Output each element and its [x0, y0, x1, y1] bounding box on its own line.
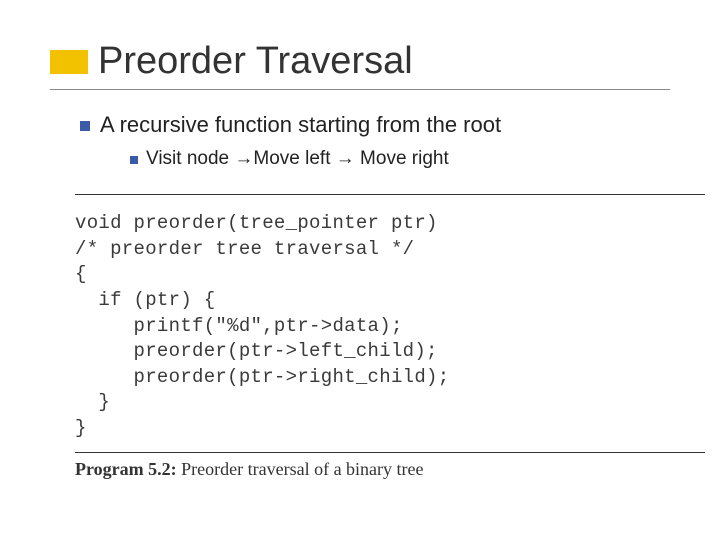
bullet-level2: Visit node →Move left → Move right — [130, 148, 670, 170]
slide-body: A recursive function starting from the r… — [50, 112, 670, 170]
code-caption: Program 5.2: Preorder traversal of a bin… — [75, 459, 670, 480]
bullet1-text: A recursive function starting from the r… — [100, 112, 501, 138]
accent-block — [50, 50, 88, 74]
slide: Preorder Traversal A recursive function … — [0, 0, 720, 510]
divider-line — [75, 452, 705, 453]
bullet-level1: A recursive function starting from the r… — [80, 112, 670, 138]
title-underline — [50, 89, 670, 90]
arrow-icon: → — [234, 148, 253, 169]
b2-p2: Move left — [253, 148, 335, 169]
square-bullet-icon — [80, 121, 90, 131]
arrow-icon: → — [336, 148, 355, 169]
slide-title: Preorder Traversal — [98, 40, 413, 83]
bullet2-text: Visit node →Move left → Move right — [146, 148, 449, 170]
caption-label: Program 5.2: — [75, 459, 177, 479]
square-bullet-icon — [130, 156, 138, 164]
b2-p1: Visit node — [146, 148, 234, 169]
code-block: void preorder(tree_pointer ptr) /* preor… — [75, 194, 670, 480]
divider-line — [75, 194, 705, 195]
caption-text: Preorder traversal of a binary tree — [177, 459, 424, 479]
code-text: void preorder(tree_pointer ptr) /* preor… — [75, 211, 670, 442]
title-row: Preorder Traversal — [50, 40, 670, 83]
b2-p3: Move right — [355, 148, 449, 169]
